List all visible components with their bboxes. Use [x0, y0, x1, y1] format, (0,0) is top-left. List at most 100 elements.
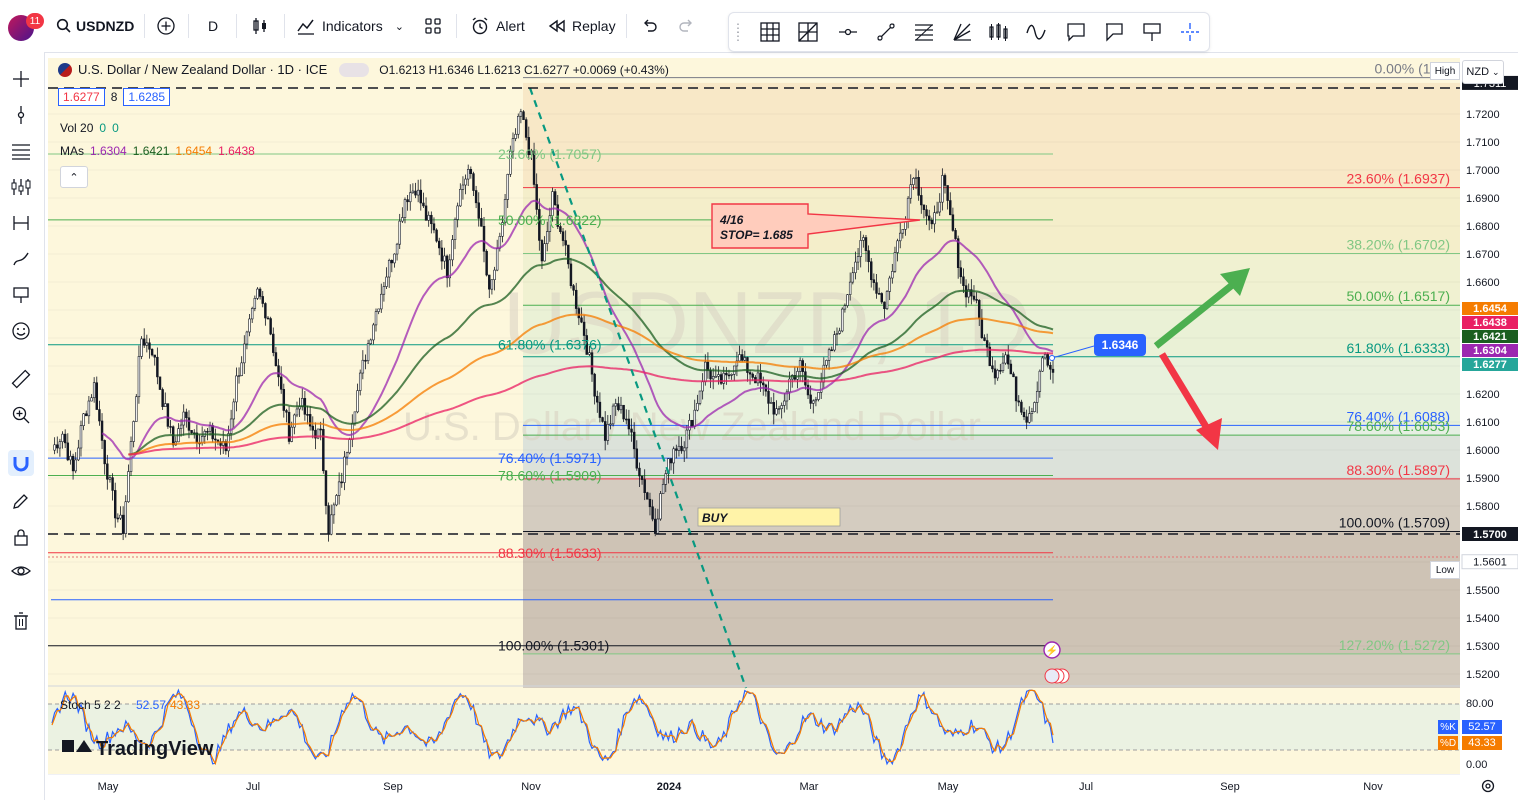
candle [611, 405, 615, 425]
brush-icon[interactable] [8, 246, 34, 272]
collapse-legend-button[interactable]: ⌃ [60, 166, 88, 188]
symbol-search[interactable]: USDNZD [56, 14, 134, 38]
projection-icon[interactable] [8, 210, 34, 236]
candle [169, 426, 172, 428]
candle [361, 359, 365, 374]
ruler-icon[interactable] [8, 366, 34, 392]
candle [161, 389, 164, 407]
price-tick: 1.6200 [1466, 389, 1500, 401]
candle [66, 442, 70, 461]
candle [274, 352, 278, 366]
candle [738, 354, 741, 362]
emoji-icon[interactable] [8, 318, 34, 344]
trash-icon[interactable] [8, 608, 34, 634]
drag-handle-icon[interactable]: ⋮ ⋮ [732, 21, 744, 43]
fib-right-label: 38.20% (1.6702) [1346, 236, 1450, 252]
note-tool-icon[interactable] [1103, 21, 1125, 43]
candle [727, 374, 731, 377]
candle [1030, 411, 1034, 414]
sign-tool-icon[interactable] [1141, 21, 1163, 43]
replay-button[interactable]: Replay [548, 14, 616, 38]
wave-tool-icon[interactable] [1025, 21, 1047, 43]
table-tool-icon[interactable] [759, 21, 781, 43]
candle [214, 438, 217, 441]
compare-button[interactable] [156, 14, 176, 38]
horizontal-line-tool-icon[interactable] [837, 21, 859, 43]
candle [435, 229, 438, 242]
candle [1014, 376, 1018, 402]
candle [187, 417, 191, 431]
text-tool-icon[interactable] [8, 282, 34, 308]
rewind-icon [548, 19, 565, 33]
high-badge: High [1430, 62, 1460, 80]
eye-icon[interactable] [8, 558, 34, 584]
cross-cursor-icon[interactable] [8, 66, 34, 92]
candle [398, 220, 401, 245]
candle [443, 255, 446, 262]
zoom-in-icon[interactable] [8, 402, 34, 428]
legend-title: U.S. Dollar / New Zealand Dollar · 1D · … [78, 62, 328, 77]
candle [1051, 368, 1055, 373]
candle [472, 173, 475, 191]
candle [596, 395, 599, 403]
bid-price[interactable]: 1.6277 [58, 88, 105, 106]
magnet-icon[interactable] [8, 450, 34, 476]
candle [382, 286, 386, 295]
settings-gear-icon[interactable] [1478, 776, 1498, 796]
candle [993, 368, 997, 379]
candle [704, 361, 707, 383]
candle [179, 424, 183, 429]
fib-levels-icon[interactable] [8, 138, 34, 164]
candle [250, 308, 254, 320]
candle [1017, 400, 1020, 403]
callout-tool-icon[interactable] [1065, 21, 1087, 43]
candle [98, 409, 101, 422]
visibility-toggle[interactable] [339, 62, 370, 77]
candle [851, 272, 855, 283]
us-flag-event-icon[interactable] [1044, 668, 1060, 684]
candle [295, 408, 299, 416]
candle [643, 479, 646, 493]
candle [706, 361, 710, 371]
price-tick: 1.6700 [1466, 249, 1500, 261]
indicators-button[interactable]: Indicators ⌄ [296, 14, 404, 38]
fib-right-label: 61.80% (1.6333) [1346, 340, 1450, 356]
candle [996, 370, 999, 379]
stop-note-line2: STOP= 1.685 [720, 228, 793, 242]
layouts-button[interactable] [424, 14, 442, 38]
crosshair-tool-icon[interactable] [1179, 21, 1201, 43]
undo-button[interactable] [640, 14, 658, 38]
candle [495, 247, 499, 271]
patterns-icon[interactable] [8, 174, 34, 200]
currency-selector[interactable]: NZD ⌄ [1462, 60, 1504, 84]
pencil-lock-icon[interactable] [8, 488, 34, 514]
alert-button[interactable]: Alert [470, 14, 525, 38]
stoch-d-axis-value: 43.33 [1462, 736, 1502, 750]
candle [466, 169, 470, 180]
lock-icon[interactable] [8, 524, 34, 550]
time-axis[interactable]: May Jul Sep Nov 2024 Mar May Jul Sep Nov [48, 774, 1460, 800]
candle [930, 220, 934, 225]
price-chart[interactable]: USDNZD, 1D U.S. Dollar / New Zealand Dol… [48, 58, 1460, 774]
candle [1028, 413, 1031, 423]
gann-fan-tool-icon[interactable] [951, 21, 973, 43]
redo-button[interactable] [678, 14, 696, 38]
tradingview-wordmark: TradingView [96, 738, 214, 760]
fib-retracement-tool-icon[interactable] [913, 21, 935, 43]
candle [113, 490, 117, 519]
trend-line-icon[interactable] [8, 102, 34, 128]
pitchfork-tool-icon[interactable] [987, 21, 1009, 43]
trend-line-tool-icon[interactable] [875, 21, 897, 43]
candle [906, 197, 910, 221]
bid-ask: 1.6277 8 1.6285 [58, 88, 171, 106]
fib-grid-tool-icon[interactable] [797, 21, 819, 43]
candle [814, 399, 818, 402]
candle [156, 356, 159, 378]
candle [116, 517, 120, 520]
ask-price[interactable]: 1.6285 [123, 88, 171, 106]
chart-type-button[interactable] [250, 14, 270, 38]
left-toolbar [0, 52, 45, 800]
candle [893, 252, 897, 272]
interval-button[interactable]: D [208, 14, 218, 38]
price-axis[interactable]: 1.7200 1.7100 1.7000 1.6900 1.6800 1.6700 1.66… [1460, 58, 1518, 774]
